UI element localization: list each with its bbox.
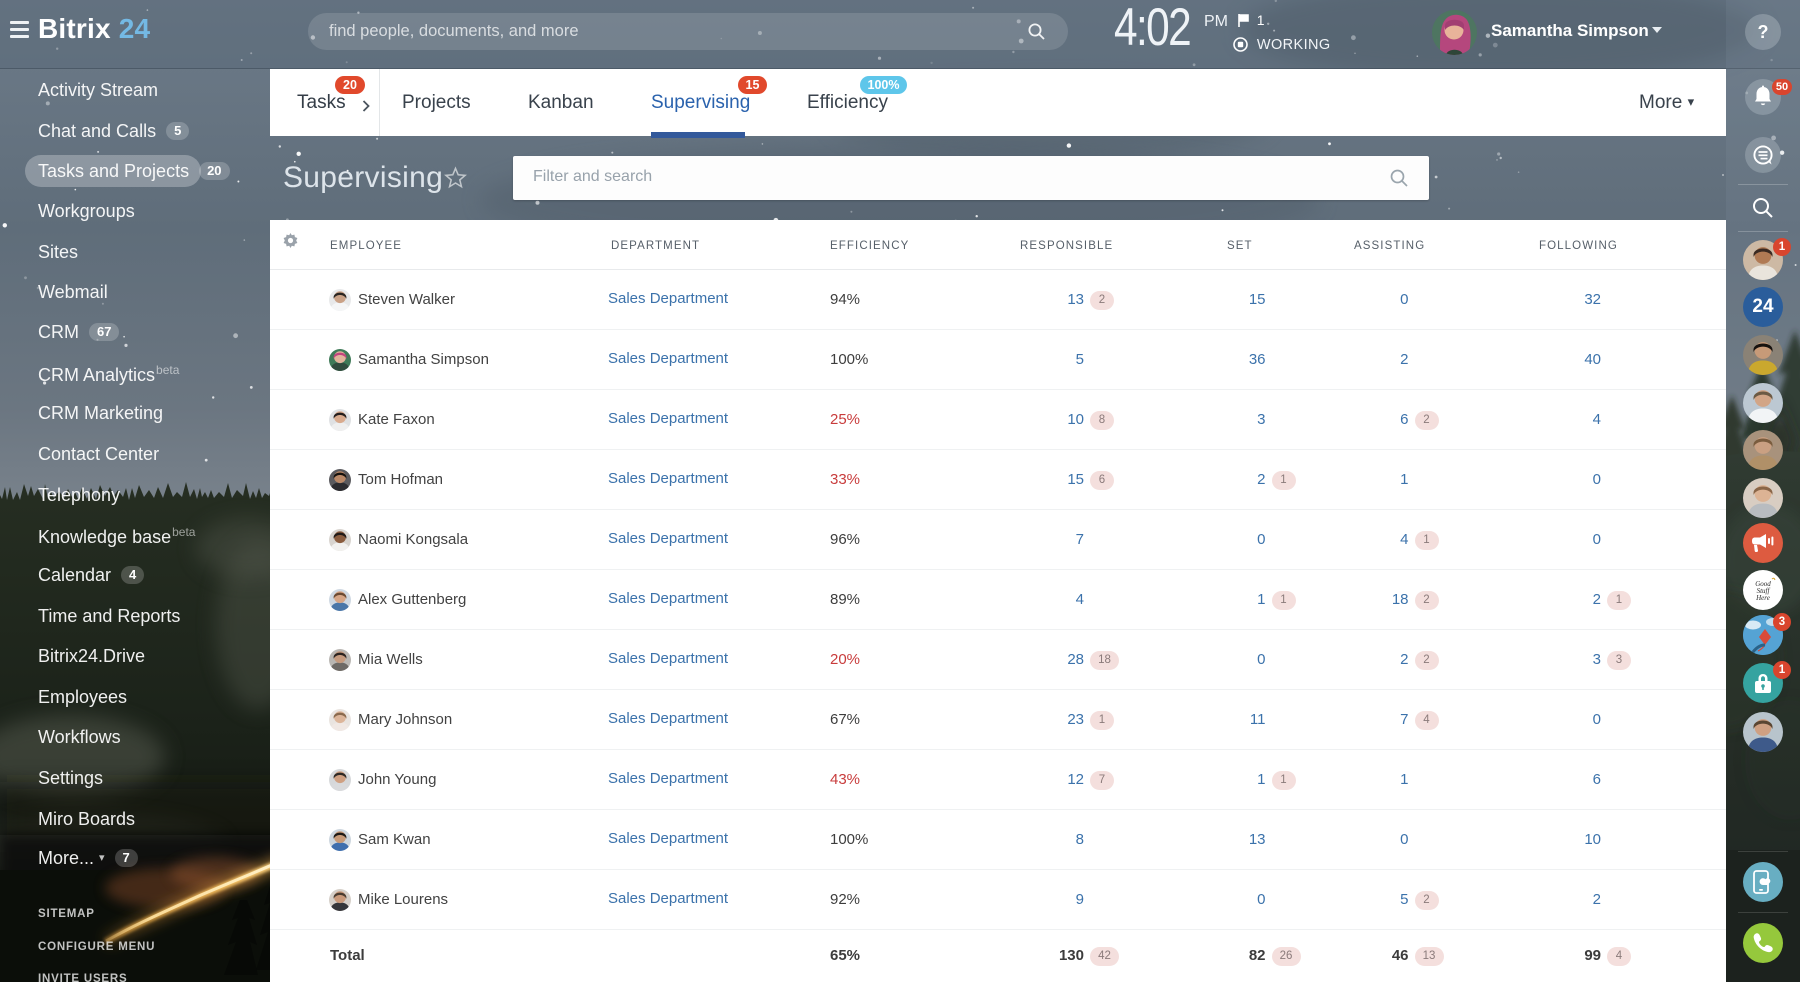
svg-text:Here: Here bbox=[1755, 594, 1770, 602]
